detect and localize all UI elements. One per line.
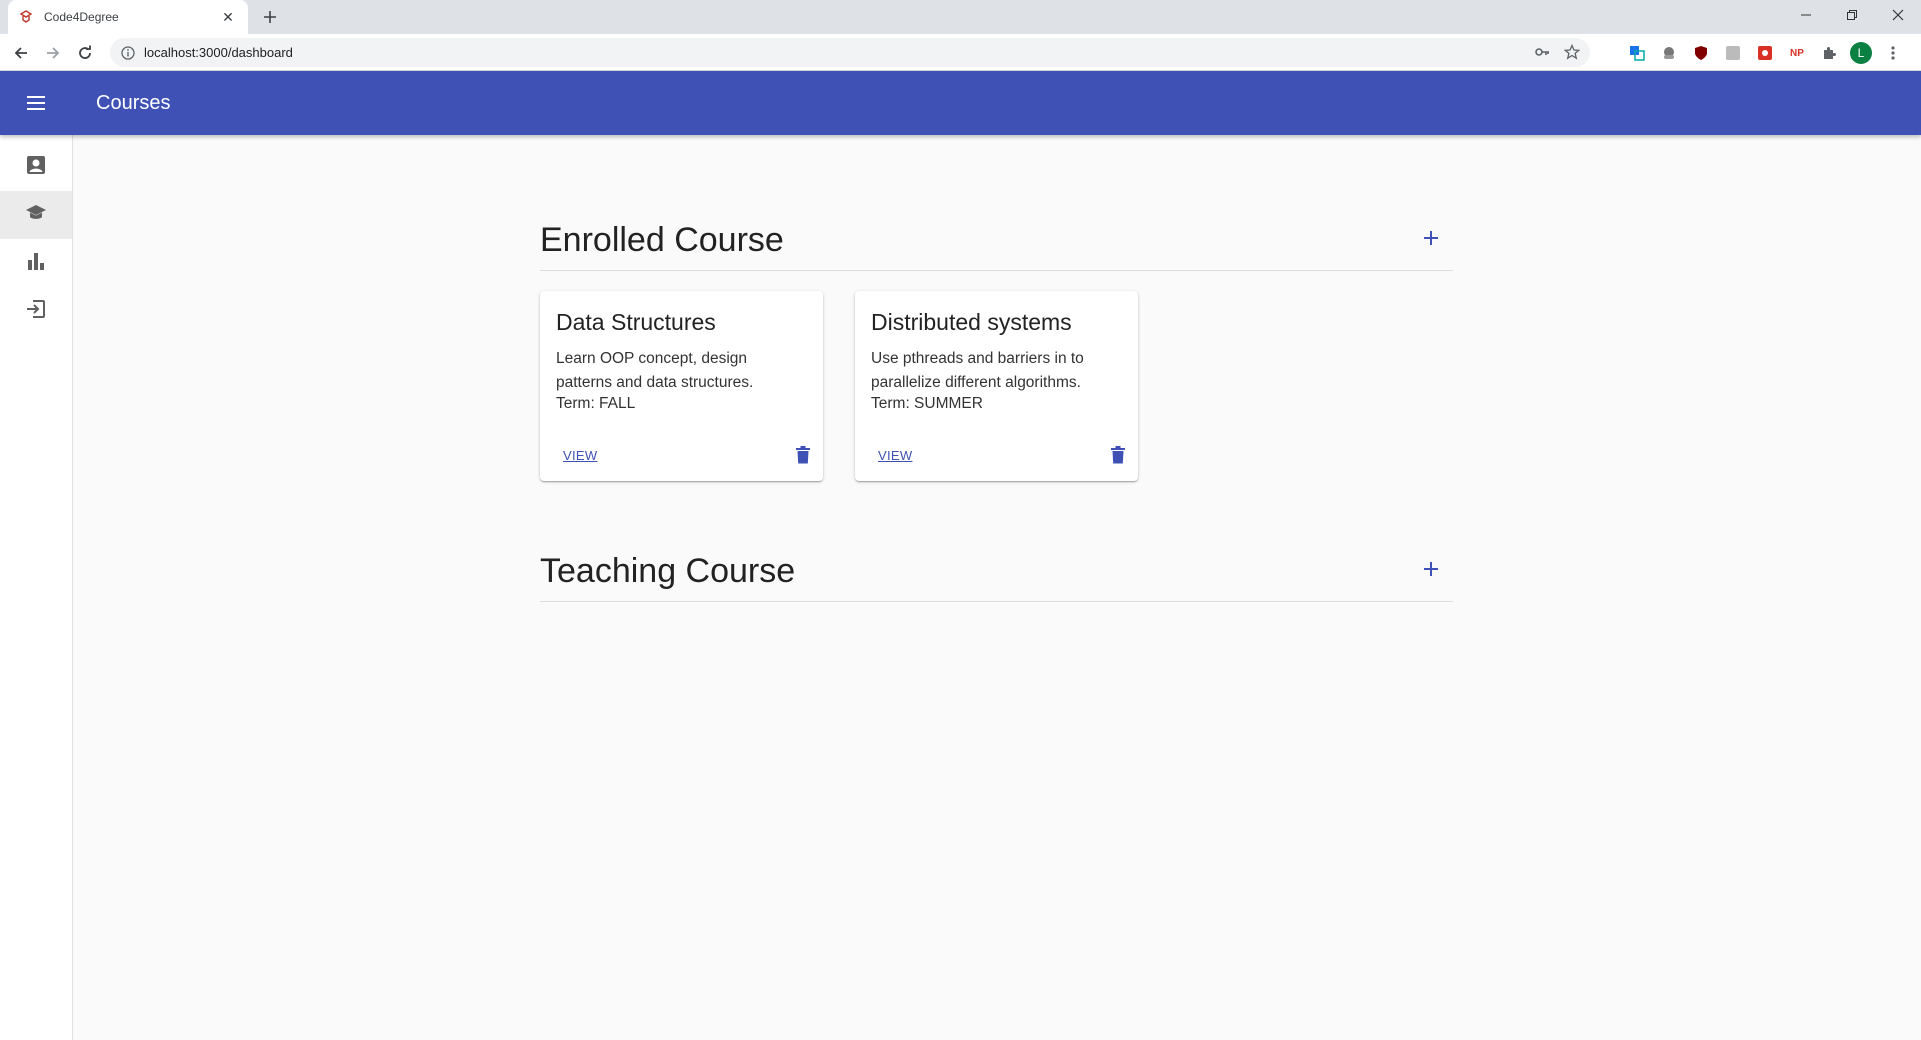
np-extension-icon[interactable]: NP [1786, 42, 1808, 64]
minimize-icon[interactable] [1783, 0, 1829, 30]
extensions-puzzle-icon[interactable] [1818, 42, 1840, 64]
course-name: Data Structures [556, 309, 716, 335]
browser-menu-icon[interactable] [1882, 42, 1904, 64]
delete-course-button[interactable] [1109, 445, 1127, 469]
reload-icon[interactable] [72, 40, 98, 66]
exit-to-app-icon [26, 299, 46, 324]
plus-icon [1424, 231, 1438, 250]
teaching-section-header: Teaching Course [540, 542, 1453, 602]
close-tab-icon[interactable]: ✕ [218, 7, 238, 27]
nav-logout-item[interactable] [0, 287, 72, 335]
browser-tabstrip: Code4Degree ✕ [0, 0, 1921, 34]
new-tab-icon[interactable] [258, 5, 282, 29]
course-card: Distributed systems Use pthreads and bar… [855, 291, 1138, 481]
nav-courses-item[interactable] [0, 191, 72, 239]
restore-icon[interactable] [1829, 0, 1875, 30]
teaching-section-title: Teaching Course [540, 552, 796, 590]
back-icon[interactable] [8, 40, 34, 66]
course-card: Data Structures Learn OOP concept, desig… [540, 291, 823, 481]
forward-icon[interactable] [40, 40, 66, 66]
add-teaching-course-button[interactable] [1411, 552, 1451, 592]
course-description: Use pthreads and barriers in to parallel… [871, 350, 1084, 391]
menu-icon[interactable] [12, 79, 60, 127]
site-info-icon[interactable] [120, 45, 136, 61]
school-icon [25, 204, 47, 227]
trash-icon [1111, 445, 1125, 469]
url-text: localhost:3000/dashboard [144, 45, 293, 60]
view-course-link[interactable]: VIEW [878, 448, 912, 463]
bar-chart-icon [27, 252, 45, 275]
generic-extension-icon[interactable] [1722, 42, 1744, 64]
ublock-extension-icon[interactable] [1690, 42, 1712, 64]
tab-title: Code4Degree [44, 10, 119, 24]
site-favicon-icon [18, 9, 34, 25]
course-description: Learn OOP concept, design patterns and d… [556, 350, 754, 391]
spy-extension-icon[interactable] [1658, 42, 1680, 64]
profile-avatar[interactable]: L [1850, 42, 1872, 64]
nav-stats-item[interactable] [0, 239, 72, 287]
course-term: Term: FALL [556, 395, 636, 412]
browser-toolbar: localhost:3000/dashboard NP L [0, 34, 1921, 71]
plus-icon [1424, 562, 1438, 581]
app-bar: Courses [0, 71, 1921, 135]
side-drawer [0, 135, 73, 1040]
delete-course-button[interactable] [794, 445, 812, 469]
extensions-row: NP L [1626, 42, 1904, 64]
teaching-section: Teaching Course [540, 542, 1453, 602]
translate-extension-icon[interactable] [1626, 42, 1648, 64]
close-window-icon[interactable] [1875, 0, 1921, 30]
page-title: Courses [96, 91, 171, 114]
course-term: Term: SUMMER [871, 395, 983, 412]
account-box-icon [26, 155, 46, 180]
browser-tab[interactable]: Code4Degree ✕ [8, 0, 248, 34]
view-course-link[interactable]: VIEW [563, 448, 597, 463]
bookmark-star-icon[interactable] [1563, 43, 1581, 65]
course-name: Distributed systems [871, 309, 1072, 335]
nav-profile-item[interactable] [0, 143, 72, 191]
enrolled-section-title: Enrolled Course [540, 221, 784, 259]
enrolled-section-header: Enrolled Course [540, 211, 1453, 271]
address-bar[interactable]: localhost:3000/dashboard [110, 38, 1590, 67]
add-enrolled-course-button[interactable] [1411, 221, 1451, 261]
enrolled-section: Enrolled Course Data Structures Learn OO… [540, 211, 1453, 481]
window-controls [1783, 0, 1921, 30]
enrolled-course-list: Data Structures Learn OOP concept, desig… [540, 291, 1453, 481]
trash-icon [796, 445, 810, 469]
key-icon[interactable] [1534, 44, 1550, 65]
image-extension-icon[interactable] [1754, 42, 1776, 64]
